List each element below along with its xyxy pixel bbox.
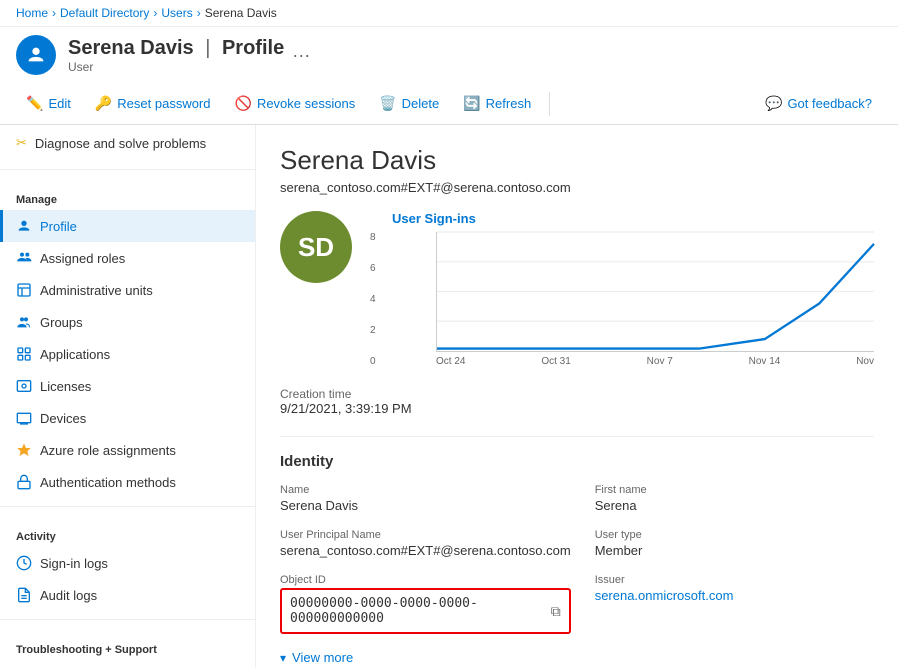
page-title: Serena Davis | Profile xyxy=(68,37,284,60)
manage-section-title: Manage xyxy=(0,186,255,210)
field-user-type: User type Member xyxy=(595,529,874,558)
sidebar-item-licenses[interactable]: Licenses xyxy=(0,370,255,402)
chart-container: User Sign-ins 8 6 4 2 0 xyxy=(392,211,874,367)
more-options-button[interactable]: ··· xyxy=(292,45,310,66)
field-upn: User Principal Name serena_contoso.com#E… xyxy=(280,529,571,558)
identity-fields: Name Serena Davis First name Serena User… xyxy=(280,484,874,634)
toolbar: ✏️ Edit 🔑 Reset password 🚫 Revoke sessio… xyxy=(0,83,898,125)
page-header: Serena Davis | Profile User ··· xyxy=(0,27,898,83)
breadcrumb-current: Serena Davis xyxy=(205,6,277,20)
licenses-icon xyxy=(16,378,32,394)
azure-roles-icon xyxy=(16,442,32,458)
delete-button[interactable]: 🗑️ Delete xyxy=(369,89,449,118)
feedback-button[interactable]: 💬 Got feedback? xyxy=(755,89,882,118)
identity-section: Identity Name Serena Davis First name Se… xyxy=(280,453,874,665)
main-layout: ✂ Diagnose and solve problems Manage Pro… xyxy=(0,125,898,668)
sidebar-item-admin-units[interactable]: Administrative units xyxy=(0,274,255,306)
delete-icon: 🗑️ xyxy=(379,95,396,112)
sidebar-item-devices[interactable]: Devices xyxy=(0,402,255,434)
view-more-button[interactable]: ▾ View more xyxy=(280,650,874,665)
toolbar-separator xyxy=(549,92,550,116)
chart-area xyxy=(436,232,874,352)
sidebar-divider-1 xyxy=(0,169,255,170)
sidebar-item-applications[interactable]: Applications xyxy=(0,338,255,370)
applications-icon xyxy=(16,346,32,362)
creation-section: Creation time 9/21/2021, 3:39:19 PM xyxy=(280,387,874,416)
sidebar-item-profile[interactable]: Profile xyxy=(0,210,255,242)
sidebar-item-signin-logs[interactable]: Sign-in logs xyxy=(0,547,255,579)
activity-section-title: Activity xyxy=(0,523,255,547)
troubleshoot-section-title: Troubleshooting + Support xyxy=(0,636,255,660)
refresh-icon: 🔄 xyxy=(463,95,480,112)
page-subtitle: User xyxy=(68,60,284,74)
user-upn: serena_contoso.com#EXT#@serena.contoso.c… xyxy=(280,180,874,195)
reset-password-button[interactable]: 🔑 Reset password xyxy=(85,89,221,118)
assigned-roles-icon xyxy=(16,250,32,266)
identity-title: Identity xyxy=(280,453,874,470)
sidebar-item-azure-roles[interactable]: Azure role assignments xyxy=(0,434,255,466)
audit-logs-icon xyxy=(16,587,32,603)
manage-section: Manage Profile Assigned roles Administra… xyxy=(0,178,255,498)
header-title-block: Serena Davis | Profile User xyxy=(68,37,284,74)
edit-button[interactable]: ✏️ Edit xyxy=(16,89,81,118)
chart-x-axis: Oct 24 Oct 31 Nov 7 Nov 14 Nov xyxy=(436,356,874,367)
breadcrumb-users[interactable]: Users xyxy=(161,6,192,20)
revoke-icon: 🚫 xyxy=(235,95,252,112)
issuer-link[interactable]: serena.onmicrosoft.com xyxy=(595,588,874,603)
identity-divider xyxy=(280,436,874,437)
sidebar-item-auth-methods[interactable]: Authentication methods xyxy=(0,466,255,498)
creation-label: Creation time xyxy=(280,387,874,401)
chevron-down-icon: ▾ xyxy=(280,651,286,665)
chart-y-axis: 8 6 4 2 0 xyxy=(370,232,376,367)
field-object-id: Object ID 00000000-0000-0000-0000-000000… xyxy=(280,574,571,634)
signin-logs-icon xyxy=(16,555,32,571)
activity-section: Activity Sign-in logs Audit logs xyxy=(0,515,255,611)
devices-icon xyxy=(16,410,32,426)
creation-value: 9/21/2021, 3:39:19 PM xyxy=(280,401,874,416)
sidebar-divider-2 xyxy=(0,506,255,507)
refresh-button[interactable]: 🔄 Refresh xyxy=(453,89,541,118)
sidebar-item-groups[interactable]: Groups xyxy=(0,306,255,338)
sidebar-divider-3 xyxy=(0,619,255,620)
breadcrumb-home[interactable]: Home xyxy=(16,6,48,20)
copy-icon[interactable]: ⧉ xyxy=(551,603,561,620)
chart-title: User Sign-ins xyxy=(392,211,874,226)
sidebar-item-audit-logs[interactable]: Audit logs xyxy=(0,579,255,611)
breadcrumb: Home › Default Directory › Users › Seren… xyxy=(0,0,898,27)
edit-icon: ✏️ xyxy=(26,95,43,112)
feedback-icon: 💬 xyxy=(765,95,782,112)
user-avatar: SD xyxy=(280,211,352,283)
troubleshoot-section: Troubleshooting + Support New support re… xyxy=(0,628,255,668)
field-issuer: Issuer serena.onmicrosoft.com xyxy=(595,574,874,634)
admin-units-icon xyxy=(16,282,32,298)
field-first-name: First name Serena xyxy=(595,484,874,513)
object-id-container: 00000000-0000-0000-0000-000000000000 ⧉ xyxy=(280,588,571,634)
sidebar-item-assigned-roles[interactable]: Assigned roles xyxy=(0,242,255,274)
object-id-value: 00000000-0000-0000-0000-000000000000 xyxy=(290,596,543,626)
header-avatar-icon xyxy=(16,35,56,75)
profile-icon xyxy=(16,218,32,234)
groups-icon xyxy=(16,314,32,330)
field-name: Name Serena Davis xyxy=(280,484,571,513)
wrench-icon: ✂ xyxy=(16,135,27,151)
user-section: SD User Sign-ins 8 6 4 2 0 xyxy=(280,211,874,367)
key-icon: 🔑 xyxy=(95,95,112,112)
revoke-sessions-button[interactable]: 🚫 Revoke sessions xyxy=(225,89,366,118)
breadcrumb-directory[interactable]: Default Directory xyxy=(60,6,149,20)
sidebar: ✂ Diagnose and solve problems Manage Pro… xyxy=(0,125,256,668)
auth-methods-icon xyxy=(16,474,32,490)
content-area: Serena Davis serena_contoso.com#EXT#@ser… xyxy=(256,125,898,668)
sidebar-item-support[interactable]: New support request xyxy=(0,660,255,668)
user-display-name: Serena Davis xyxy=(280,145,874,176)
sidebar-item-diagnose[interactable]: ✂ Diagnose and solve problems xyxy=(0,125,255,161)
